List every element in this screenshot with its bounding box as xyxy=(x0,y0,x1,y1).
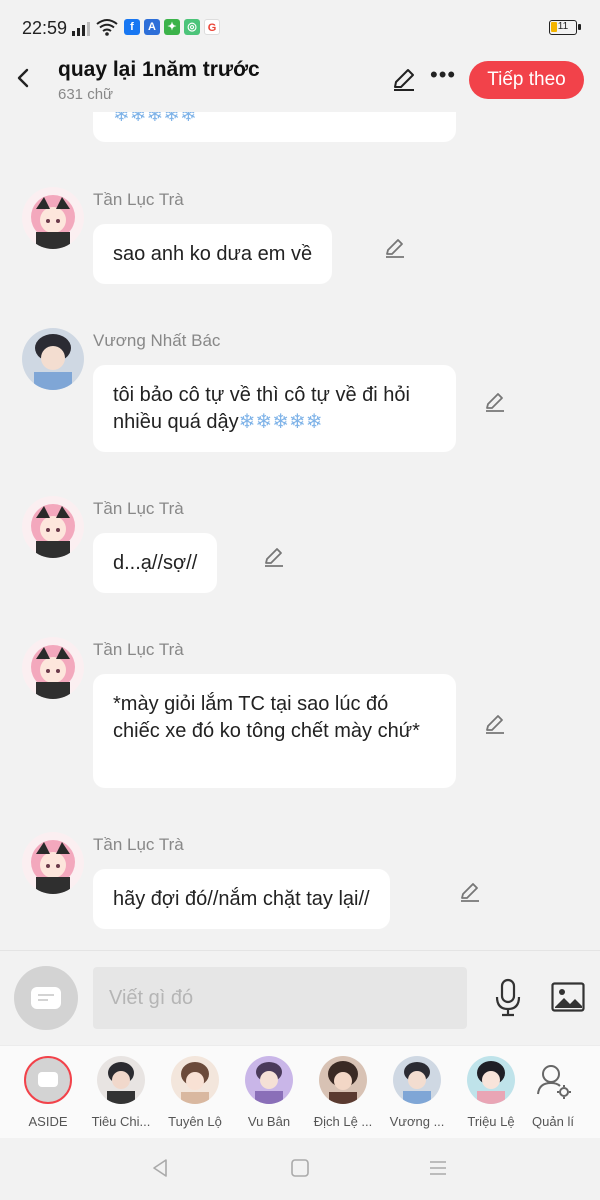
character-item[interactable]: Tuyên Lộ xyxy=(160,1056,230,1129)
character-item[interactable]: Tiêu Chi... xyxy=(86,1056,156,1129)
avatar-tan-luc-tra[interactable] xyxy=(22,496,84,558)
message-bubble[interactable]: hãy đợi đó//nắm chặt tay lại// xyxy=(93,869,390,929)
sender-name: Tần Lục Trà xyxy=(93,640,184,659)
avatar xyxy=(245,1056,293,1104)
message-bubble[interactable]: d...ạ//sợ// xyxy=(93,533,218,593)
edit-icon[interactable] xyxy=(391,66,417,92)
edit-message-icon[interactable] xyxy=(383,236,407,260)
character-item[interactable]: Vu Bân xyxy=(234,1056,304,1129)
avatar-vuong-nhat-bac[interactable] xyxy=(22,328,84,390)
back-icon[interactable] xyxy=(12,62,36,94)
nav-home-icon[interactable] xyxy=(290,1158,310,1178)
signal-icon xyxy=(72,20,90,36)
chat-list[interactable]: ❄❄❄❄❄ Tần Lục Trà sao anh ko dưa em về V… xyxy=(0,112,600,950)
game-icon: ✦ xyxy=(164,19,180,35)
top-bar: quay lại 1năm trước 631 chữ ••• Tiếp the… xyxy=(0,56,600,112)
app-icon: A xyxy=(144,19,160,35)
system-nav-bar xyxy=(0,1138,600,1200)
sender-name: Tần Lục Trà xyxy=(93,190,184,209)
wifi-icon xyxy=(96,19,118,36)
composer-bar xyxy=(0,950,600,1045)
edit-message-icon[interactable] xyxy=(262,545,286,569)
manage-characters-button[interactable]: Quản lí xyxy=(518,1056,588,1129)
nav-back-icon[interactable] xyxy=(150,1158,170,1178)
avatar-tan-luc-tra[interactable] xyxy=(22,637,84,699)
manage-user-icon xyxy=(537,1065,571,1099)
edit-message-icon[interactable] xyxy=(483,712,507,736)
aside-icon xyxy=(24,1056,72,1104)
message-bubble[interactable]: *mày giỏi lắm TC tại sao lúc đó chiếc xe… xyxy=(93,674,456,788)
microphone-icon[interactable] xyxy=(494,977,522,1017)
character-item[interactable]: Vương ... xyxy=(382,1056,452,1129)
character-item[interactable]: Triệu Lệ xyxy=(456,1056,526,1129)
battery-icon: 11 xyxy=(549,20,581,35)
character-aside[interactable]: ASIDE xyxy=(13,1056,83,1129)
aside-icon xyxy=(31,987,61,1009)
snowflake-emoji: ❄❄❄❄❄ xyxy=(238,411,323,433)
notification-icons: f A ✦ ◎ G xyxy=(124,19,220,35)
character-name: Quản lí xyxy=(532,1114,574,1129)
character-name: ASIDE xyxy=(28,1114,68,1129)
message-bubble[interactable]: ❄❄❄❄❄ xyxy=(93,112,456,142)
page-title: quay lại 1năm trước xyxy=(58,58,260,81)
avatar xyxy=(97,1056,145,1104)
character-name: Tiêu Chi... xyxy=(91,1114,151,1129)
message-input[interactable] xyxy=(93,967,467,1029)
snowflake-emoji: ❄❄❄❄❄ xyxy=(113,112,197,126)
message-bubble[interactable]: tôi bảo cô tự về thì cô tự về đi hỏi nhi… xyxy=(93,365,456,452)
message-bubble[interactable]: sao anh ko dưa em về xyxy=(93,224,333,284)
character-name: Địch Lệ ... xyxy=(313,1114,373,1129)
sender-name: Tần Lục Trà xyxy=(93,499,184,518)
character-name: Vương ... xyxy=(389,1114,445,1129)
word-count: 631 chữ xyxy=(58,86,114,103)
avatar-tan-luc-tra[interactable] xyxy=(22,832,84,894)
more-icon[interactable]: ••• xyxy=(430,64,455,92)
status-time: 22:59 xyxy=(22,18,68,38)
image-icon[interactable] xyxy=(551,982,585,1012)
avatar xyxy=(393,1056,441,1104)
character-bar: ASIDE Tiêu Chi... Tuyên Lộ Vu Bân Địch L… xyxy=(0,1045,600,1138)
character-name: Triệu Lệ xyxy=(467,1114,515,1129)
avatar xyxy=(319,1056,367,1104)
edit-message-icon[interactable] xyxy=(458,880,482,904)
facebook-icon: f xyxy=(124,19,140,35)
sender-name: Vương Nhất Bác xyxy=(93,331,221,350)
status-bar: 22:59 f A ✦ ◎ G 11 xyxy=(0,0,600,56)
avatar-tan-luc-tra[interactable] xyxy=(22,187,84,249)
edit-message-icon[interactable] xyxy=(483,390,507,414)
google-icon: G xyxy=(204,19,220,35)
avatar xyxy=(171,1056,219,1104)
sender-name: Tần Lục Trà xyxy=(93,835,184,854)
character-item[interactable]: Địch Lệ ... xyxy=(308,1056,378,1129)
character-name: Tuyên Lộ xyxy=(168,1114,222,1129)
next-button[interactable]: Tiếp theo xyxy=(469,61,584,99)
avatar xyxy=(467,1056,515,1104)
app-icon: ◎ xyxy=(184,19,200,35)
aside-button[interactable] xyxy=(14,966,78,1030)
nav-menu-icon[interactable] xyxy=(428,1158,448,1178)
character-name: Vu Bân xyxy=(247,1114,291,1129)
